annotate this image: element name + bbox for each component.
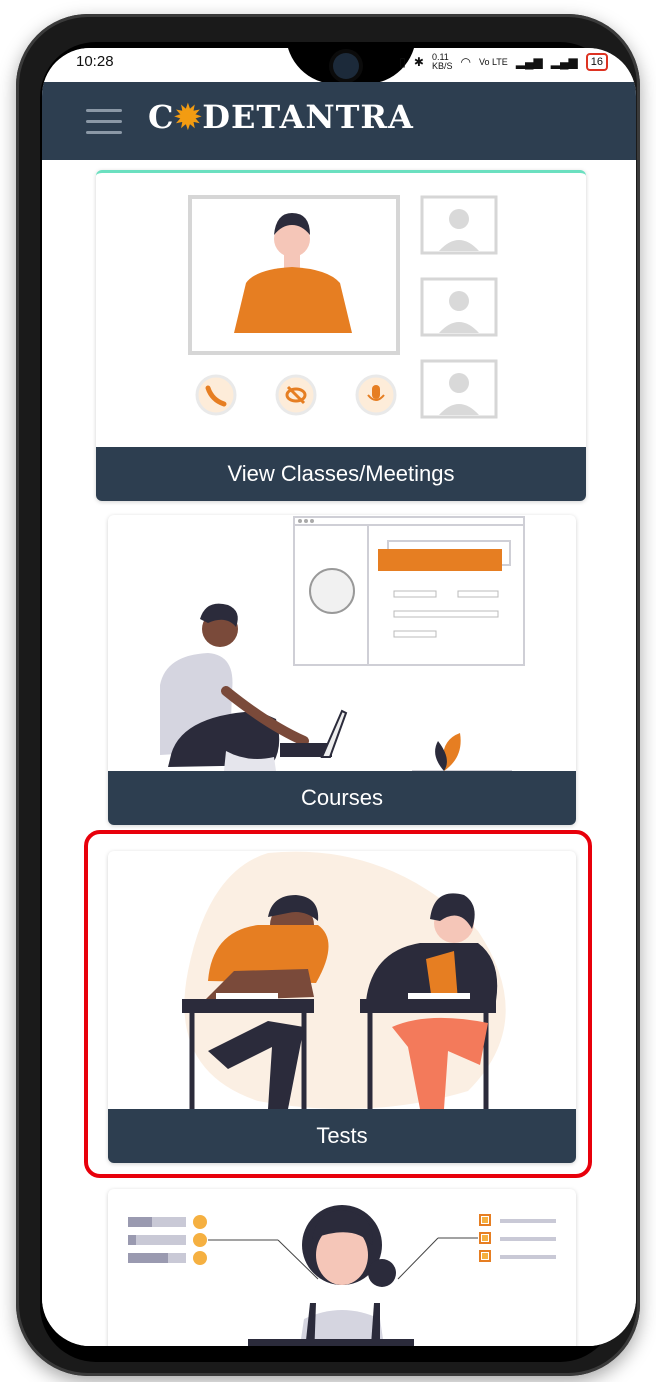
bluetooth-icon: ✱ bbox=[413, 55, 424, 69]
courses-label: Courses bbox=[108, 771, 576, 825]
courses-card[interactable]: Courses bbox=[108, 515, 576, 825]
highlight-box bbox=[84, 830, 592, 1178]
battery-icon: 16 bbox=[585, 53, 608, 71]
profile-illustration bbox=[128, 1205, 556, 1346]
net-speed: 0.11 KB/S bbox=[432, 53, 453, 71]
logo-c: C bbox=[148, 98, 175, 136]
view-classes-card[interactable]: View Classes/Meetings bbox=[96, 170, 586, 501]
wifi-icon: ◠ bbox=[460, 55, 471, 69]
app-logo[interactable]: C✹DETANTRA bbox=[148, 98, 414, 136]
vibrate-icon: ▯ bbox=[399, 55, 406, 69]
status-time: 10:28 bbox=[76, 53, 114, 70]
menu-icon[interactable] bbox=[86, 109, 122, 134]
status-icons: ▯ ✱ 0.11 KB/S ◠ Vo LTE ▂▄▆ ▂▄▆ 16 bbox=[399, 53, 608, 71]
signal-icon: ▂▄▆ bbox=[515, 55, 543, 69]
signal-icon-2: ▂▄▆ bbox=[550, 55, 578, 69]
sun-icon: ✹ bbox=[174, 98, 203, 136]
app-bar: C✹DETANTRA bbox=[42, 82, 636, 160]
meeting-illustration bbox=[188, 195, 498, 419]
logo-text: DETANTRA bbox=[202, 98, 414, 136]
courses-illustration bbox=[160, 516, 525, 771]
net-speed-unit: KB/S bbox=[431, 61, 453, 71]
front-camera bbox=[333, 53, 359, 79]
volte-label: Vo LTE bbox=[478, 57, 508, 67]
view-classes-label: View Classes/Meetings bbox=[96, 447, 586, 501]
assignments-card[interactable] bbox=[108, 1189, 576, 1346]
